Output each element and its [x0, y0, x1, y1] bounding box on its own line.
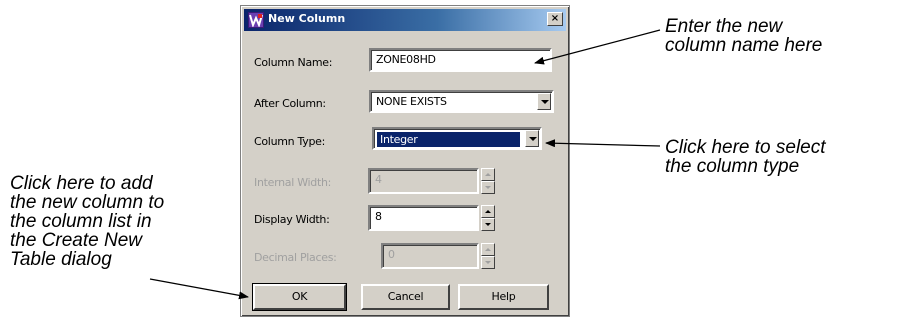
column-name-label: Column Name: — [254, 56, 333, 69]
app-icon — [248, 12, 264, 28]
internal-width-spinner — [481, 168, 495, 194]
column-type-label: Column Type: — [254, 135, 325, 148]
close-icon: × — [550, 13, 560, 24]
column-name-input[interactable]: ZONE08HD — [369, 48, 552, 72]
internal-width-input: 4 — [368, 168, 479, 194]
title-bar: New Column × — [244, 9, 566, 31]
help-button[interactable]: Help — [458, 284, 549, 310]
annotation-line: Click here to select — [665, 137, 826, 158]
annotation-line: the column list in — [10, 211, 152, 232]
annotation-line: column name here — [665, 35, 823, 56]
spin-down-icon[interactable] — [481, 218, 495, 231]
new-column-dialog: New Column × Column Name: ZONE08HD After… — [240, 5, 570, 317]
annotation-line: the column type — [665, 156, 800, 177]
spin-up-icon[interactable] — [481, 205, 495, 218]
decimal-places-spinner — [481, 243, 495, 269]
annotation-ok: Click here to add the new column to the … — [10, 174, 164, 269]
annotation-line: the Create New — [10, 230, 143, 251]
internal-width-label: Internal Width: — [254, 176, 332, 189]
close-button[interactable]: × — [547, 12, 563, 26]
column-type-value: Integer — [377, 132, 520, 147]
chevron-down-icon[interactable] — [525, 130, 539, 147]
after-column-label: After Column: — [254, 97, 326, 110]
spin-up-icon — [481, 168, 495, 181]
cancel-button[interactable]: Cancel — [361, 284, 450, 310]
decimal-places-input: 0 — [381, 243, 479, 269]
display-width-spinner[interactable] — [481, 205, 495, 231]
annotation-column-name: Enter the new column name here — [665, 17, 822, 55]
ok-button[interactable]: OK — [252, 283, 347, 311]
display-width-input[interactable]: 8 — [368, 205, 479, 231]
annotation-column-type: Click here to select the column type — [665, 138, 826, 176]
after-column-value: NONE EXISTS — [376, 95, 447, 108]
spin-down-icon — [481, 181, 495, 194]
arrow-to-ok — [149, 278, 249, 300]
spin-up-icon — [481, 243, 495, 256]
spin-down-icon — [481, 256, 495, 269]
chevron-down-icon[interactable] — [537, 93, 551, 110]
display-width-label: Display Width: — [254, 213, 330, 226]
annotation-line: Enter the new — [665, 16, 783, 37]
after-column-select[interactable]: NONE EXISTS — [369, 90, 554, 113]
annotation-line: the new column to — [10, 192, 165, 213]
annotation-line: Click here to add — [10, 173, 153, 194]
dialog-title: New Column — [268, 12, 346, 25]
annotation-line: Table dialog — [10, 249, 112, 270]
column-type-select[interactable]: Integer — [372, 127, 542, 150]
decimal-places-label: Decimal Places: — [254, 251, 337, 264]
